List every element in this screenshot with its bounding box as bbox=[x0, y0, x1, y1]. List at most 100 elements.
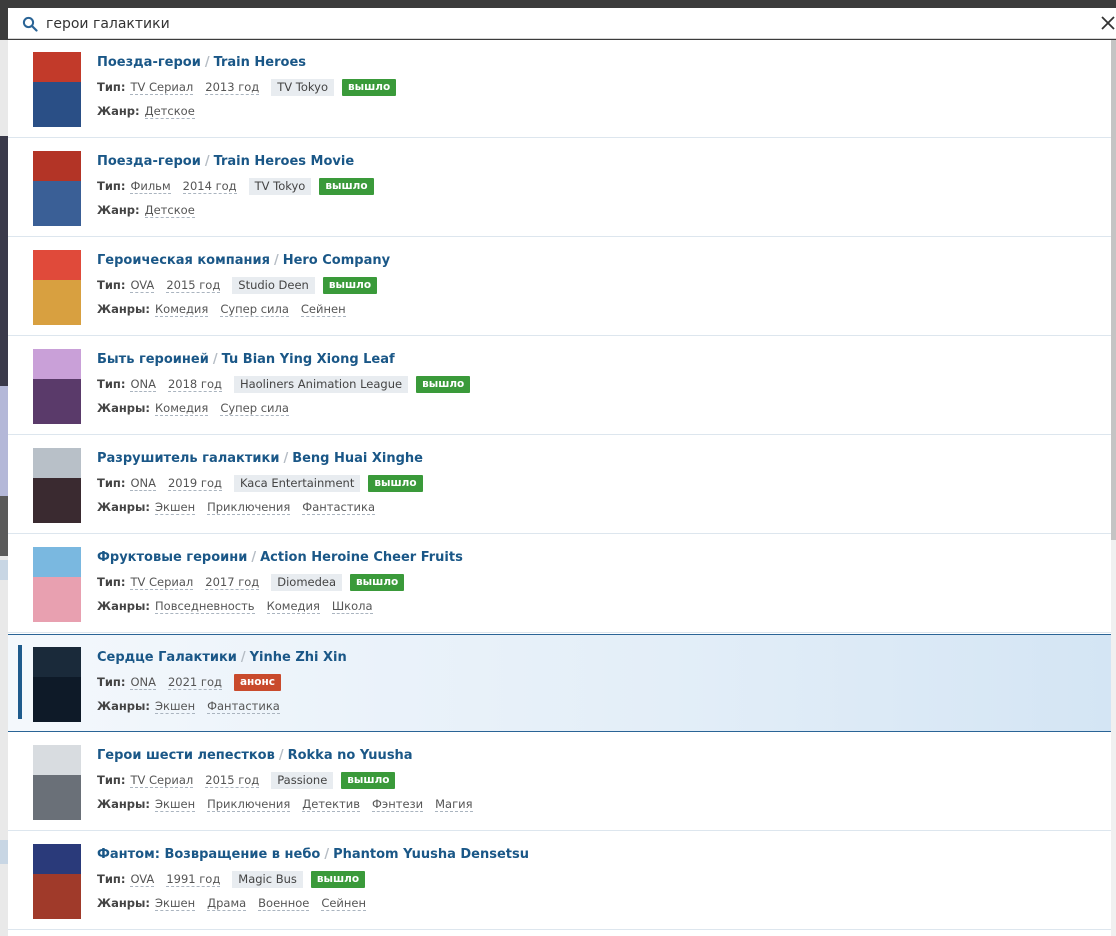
genre-label: Жанры: bbox=[97, 699, 151, 713]
type-link[interactable]: ONA bbox=[130, 675, 156, 690]
genre-link[interactable]: Фэнтези bbox=[372, 797, 424, 812]
type-link[interactable]: ONA bbox=[130, 377, 156, 392]
type-link[interactable]: OVA bbox=[130, 872, 155, 887]
search-input[interactable] bbox=[46, 12, 1086, 35]
studio-tag[interactable]: TV Tokyo bbox=[248, 177, 312, 195]
year-link[interactable]: 2014 год bbox=[182, 179, 237, 194]
poster-thumbnail[interactable] bbox=[33, 844, 81, 919]
title-russian[interactable]: Поезда-герои bbox=[97, 154, 201, 169]
year-link[interactable]: 2017 год bbox=[205, 575, 260, 590]
type-link[interactable]: OVA bbox=[130, 278, 155, 293]
year-link[interactable]: 2018 год bbox=[167, 377, 222, 392]
title-english[interactable]: Phantom Yuusha Densetsu bbox=[333, 847, 529, 862]
search-result-item[interactable]: Поезда-герои / Train Heroes Movie Тип: Фильм… bbox=[8, 139, 1111, 237]
search-result-item[interactable]: Сердце Галактики / Yinhe Zhi Xin Тип: ONA 202… bbox=[8, 634, 1111, 732]
genre-link[interactable]: Супер сила bbox=[220, 302, 289, 317]
search-result-item[interactable]: Фантом: Возвращение в небо / Phantom Yuush… bbox=[8, 832, 1111, 930]
poster-thumbnail[interactable] bbox=[33, 250, 81, 325]
title-english[interactable]: Train Heroes bbox=[214, 55, 306, 70]
scrollbar-thumb[interactable] bbox=[1111, 40, 1116, 540]
studio-tag[interactable]: Magic Bus bbox=[232, 870, 303, 888]
title-russian[interactable]: Разрушитель галактики bbox=[97, 451, 279, 466]
title-russian[interactable]: Поезда-герои bbox=[97, 55, 201, 70]
title-russian[interactable]: Герои шести лепестков bbox=[97, 748, 275, 763]
year-link[interactable]: 2013 год bbox=[205, 80, 260, 95]
genre-link[interactable]: Детское bbox=[144, 203, 195, 218]
title-english[interactable]: Train Heroes Movie bbox=[214, 154, 355, 169]
studio-tag[interactable]: TV Tokyo bbox=[271, 78, 334, 96]
genre-link[interactable]: Фантастика bbox=[302, 500, 375, 515]
search-result-item[interactable]: Героическая компания / Hero Company Тип: OVA… bbox=[8, 238, 1111, 336]
genre-link[interactable]: Экшен bbox=[155, 797, 196, 812]
genre-link[interactable]: Комедия bbox=[155, 302, 209, 317]
title-russian[interactable]: Быть героиней bbox=[97, 352, 209, 367]
title-english[interactable]: Beng Huai Xinghe bbox=[292, 451, 423, 466]
poster-thumbnail[interactable] bbox=[33, 52, 81, 127]
poster-thumbnail[interactable] bbox=[33, 745, 81, 820]
genre-link[interactable]: Детектив bbox=[302, 797, 361, 812]
status-badge: вышло bbox=[319, 177, 374, 195]
genre-link[interactable]: Школа bbox=[331, 599, 373, 614]
genre-line: Жанры: Комедия Супер сила Сейнен bbox=[97, 300, 358, 318]
type-link[interactable]: TV Сериал bbox=[130, 80, 194, 95]
title-russian[interactable]: Фруктовые героини bbox=[97, 550, 247, 565]
studio-tag[interactable]: Studio Deen bbox=[232, 276, 315, 294]
genre-link[interactable]: Драма bbox=[207, 896, 247, 911]
studio-tag[interactable]: Passione bbox=[271, 771, 334, 789]
genre-link[interactable]: Супер сила bbox=[220, 401, 289, 416]
title-english[interactable]: Action Heroine Cheer Fruits bbox=[260, 550, 463, 565]
meta-line: Тип: TV Сериал 2013 год TV Tokyo вышло bbox=[97, 78, 397, 96]
poster-thumbnail[interactable] bbox=[33, 151, 81, 226]
title-english[interactable]: Hero Company bbox=[283, 253, 390, 268]
title-english[interactable]: Tu Bian Ying Xiong Leaf bbox=[222, 352, 395, 367]
genre-link[interactable]: Экшен bbox=[155, 896, 196, 911]
title-russian[interactable]: Фантом: Возвращение в небо bbox=[97, 847, 320, 862]
genre-link[interactable]: Сейнен bbox=[321, 896, 367, 911]
year-link[interactable]: 2015 год bbox=[205, 773, 260, 788]
title-english[interactable]: Yinhe Zhi Xin bbox=[250, 650, 347, 665]
genre-link[interactable]: Экшен bbox=[155, 500, 196, 515]
type-link[interactable]: TV Сериал bbox=[130, 575, 194, 590]
poster-thumbnail[interactable] bbox=[33, 349, 81, 424]
genre-link[interactable]: Экшен bbox=[155, 699, 196, 714]
genre-link[interactable]: Военное bbox=[258, 896, 310, 911]
year-link[interactable]: 2015 год bbox=[166, 278, 221, 293]
genre-label: Жанры: bbox=[97, 797, 151, 811]
genre-link[interactable]: Комедия bbox=[266, 599, 320, 614]
genre-link[interactable]: Фантастика bbox=[207, 699, 280, 714]
studio-tag[interactable]: Haoliners Animation League bbox=[233, 375, 409, 393]
type-link[interactable]: ONA bbox=[130, 476, 156, 491]
title-english[interactable]: Rokka no Yuusha bbox=[288, 748, 413, 763]
year-link[interactable]: 2019 год bbox=[167, 476, 222, 491]
type-link[interactable]: TV Сериал bbox=[130, 773, 194, 788]
poster-thumbnail[interactable] bbox=[33, 448, 81, 523]
search-icon bbox=[22, 16, 38, 32]
title-line: Герои шести лепестков / Rokka no Yuusha bbox=[97, 748, 413, 763]
genre-link[interactable]: Магия bbox=[435, 797, 473, 812]
genre-link[interactable]: Повседневность bbox=[155, 599, 255, 614]
poster-thumbnail[interactable] bbox=[33, 547, 81, 622]
title-separator: / bbox=[283, 451, 289, 466]
genre-link[interactable]: Детское bbox=[144, 104, 195, 119]
search-result-item[interactable]: Фруктовые героини / Action Heroine Cheer F… bbox=[8, 535, 1111, 633]
search-result-item[interactable]: Быть героиней / Tu Bian Ying Xiong Leaf Тип… bbox=[8, 337, 1111, 435]
search-result-item[interactable]: Поезда-герои / Train Heroes Тип: TV Сериал 20… bbox=[8, 40, 1111, 138]
title-russian[interactable]: Героическая компания bbox=[97, 253, 270, 268]
year-link[interactable]: 1991 год bbox=[166, 872, 221, 887]
studio-tag[interactable]: Diomedea bbox=[271, 573, 343, 591]
genre-link[interactable]: Приключения bbox=[207, 797, 291, 812]
type-link[interactable]: Фильм bbox=[130, 179, 171, 194]
genre-line: Жанр: Детское bbox=[97, 201, 207, 219]
close-icon[interactable] bbox=[1100, 15, 1116, 31]
poster-thumbnail[interactable] bbox=[33, 647, 81, 722]
search-result-item[interactable]: Герои шести лепестков / Rokka no Yuusha Тип… bbox=[8, 733, 1111, 831]
meta-line: Тип: TV Сериал 2017 год Diomedea вышло bbox=[97, 573, 405, 591]
genre-link[interactable]: Комедия bbox=[155, 401, 209, 416]
title-line: Героическая компания / Hero Company bbox=[97, 253, 390, 268]
search-result-item[interactable]: Разрушитель галактики / Beng Huai Xinghe Ти… bbox=[8, 436, 1111, 534]
studio-tag[interactable]: Kaca Entertainment bbox=[233, 474, 361, 492]
genre-link[interactable]: Сейнен bbox=[300, 302, 346, 317]
genre-link[interactable]: Приключения bbox=[207, 500, 291, 515]
year-link[interactable]: 2021 год bbox=[167, 675, 222, 690]
title-russian[interactable]: Сердце Галактики bbox=[97, 650, 237, 665]
